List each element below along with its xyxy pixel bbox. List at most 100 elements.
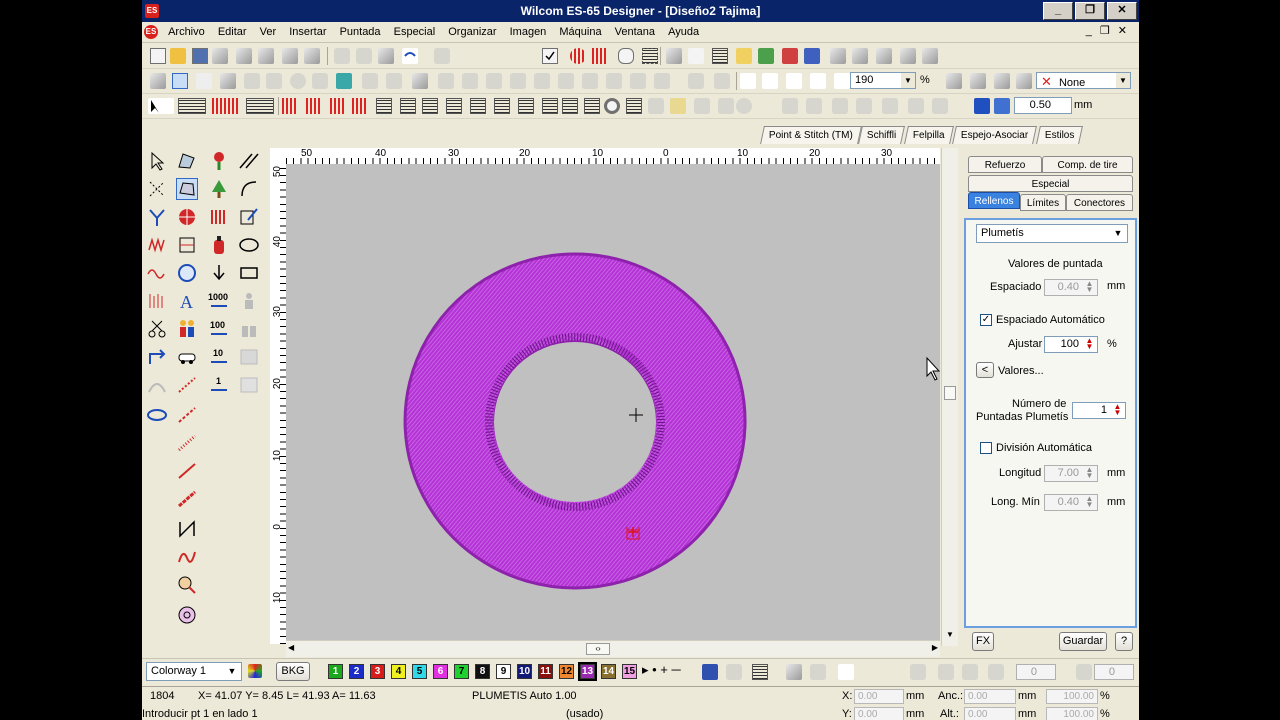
color-swatch-12[interactable]: 12: [559, 664, 574, 679]
tab-point-stitch[interactable]: Point & Stitch (TM): [760, 126, 862, 144]
fill-radial-icon[interactable]: [470, 98, 486, 114]
notes-icon[interactable]: [838, 664, 854, 680]
fringe-tool-icon[interactable]: [146, 290, 168, 312]
monogram-tool-icon[interactable]: [176, 262, 198, 284]
fill-step-icon[interactable]: [306, 98, 322, 114]
effect-6-icon[interactable]: [908, 98, 924, 114]
paste-icon[interactable]: [378, 48, 394, 64]
horizontal-scrollbar[interactable]: ◀ ‹› ▶: [286, 640, 940, 657]
person-disabled-icon[interactable]: [238, 290, 260, 312]
stitch-1-icon[interactable]: 1: [208, 374, 230, 396]
select-object-icon[interactable]: [150, 73, 166, 89]
stitch-player-icon[interactable]: [758, 48, 774, 64]
undo-icon[interactable]: [402, 48, 418, 64]
colorway-select[interactable]: Colorway 1 ▼: [146, 662, 242, 681]
select-tool-icon[interactable]: [146, 150, 168, 172]
color-swatch-6[interactable]: 6: [433, 664, 448, 679]
motif-run-icon[interactable]: [176, 546, 198, 568]
swatch-controls[interactable]: ▸ • + ─: [642, 662, 681, 678]
auto-split-checkbox[interactable]: [980, 442, 992, 454]
scroll-right-icon[interactable]: ▶: [932, 643, 938, 652]
wave-tool-icon[interactable]: [146, 262, 168, 284]
color-grid-icon[interactable]: [248, 664, 262, 678]
color-disabled-icon[interactable]: [726, 664, 742, 680]
show-needle-icon[interactable]: [688, 48, 704, 64]
effect-4-icon[interactable]: [856, 98, 872, 114]
fill-blob-icon[interactable]: [736, 98, 752, 114]
save-settings-button[interactable]: Guardar: [1059, 632, 1107, 651]
camera-icon[interactable]: [786, 664, 802, 680]
menu-ver[interactable]: Ver: [255, 22, 282, 42]
color-swatch-7[interactable]: 7: [454, 664, 469, 679]
outline-view-icon[interactable]: [714, 73, 730, 89]
stitch-view-icon[interactable]: [688, 73, 704, 89]
fan-tool-icon[interactable]: [146, 374, 168, 396]
branch-tool-icon[interactable]: [146, 346, 168, 368]
transform-2-icon[interactable]: [938, 664, 954, 680]
cut-icon[interactable]: [334, 48, 350, 64]
color-swatch-2[interactable]: 2: [349, 664, 364, 679]
select-nodes-icon[interactable]: [994, 73, 1010, 89]
tab-refuerzo[interactable]: Refuerzo: [968, 156, 1042, 173]
fill-stipple-icon[interactable]: [562, 98, 578, 114]
tab-schiffli[interactable]: Schiffli: [858, 126, 906, 144]
record-icon[interactable]: [290, 73, 306, 89]
fill-type-select[interactable]: Plumetís ▼: [976, 224, 1128, 243]
color-swatch-14[interactable]: 14: [601, 664, 616, 679]
order-icon[interactable]: [462, 73, 478, 89]
fill-random-icon[interactable]: [584, 98, 600, 114]
ellipse-tool-icon[interactable]: [238, 234, 260, 256]
manual-stitch-icon[interactable]: [176, 518, 198, 540]
reshape-nodes-icon[interactable]: [970, 73, 986, 89]
fill-tatami-icon[interactable]: [352, 98, 368, 114]
fill-cloud-icon[interactable]: [718, 98, 734, 114]
open-folder-icon[interactable]: [170, 48, 186, 64]
color-picker-icon[interactable]: [412, 73, 428, 89]
car-tool-icon[interactable]: [176, 346, 198, 368]
save-icon[interactable]: [192, 48, 208, 64]
fill-cross-icon[interactable]: [400, 98, 416, 114]
color-swatch-10[interactable]: 10: [517, 664, 532, 679]
hexagon-icon[interactable]: [336, 73, 352, 89]
menu-ventana[interactable]: Ventana: [610, 22, 660, 42]
tree-tool-icon[interactable]: [208, 178, 230, 200]
color-sequence-icon[interactable]: [974, 98, 990, 114]
spin-arrows-icon[interactable]: ▲ ▼: [1083, 337, 1096, 351]
values-arrow-button[interactable]: <: [976, 362, 994, 378]
zoom-select[interactable]: 190 ▼: [850, 72, 916, 89]
tab-especial[interactable]: Especial: [968, 175, 1133, 192]
shape-tool-icon[interactable]: [176, 178, 198, 200]
distribute-icon[interactable]: [438, 73, 454, 89]
stitch-1000-icon[interactable]: 1000: [208, 290, 230, 312]
fill-lines-icon[interactable]: [626, 98, 642, 114]
auto-spacing-checkbox[interactable]: ✓: [980, 314, 992, 326]
shape-nodes-icon[interactable]: [1016, 73, 1032, 89]
remove-overlap-icon[interactable]: [654, 73, 670, 89]
satin-icon[interactable]: [212, 98, 240, 114]
zoom-box-icon-2[interactable]: [786, 73, 802, 89]
none-select[interactable]: ✕ None ▼: [1036, 72, 1131, 89]
mirror-h-icon[interactable]: [534, 73, 550, 89]
grid-icon[interactable]: [712, 48, 728, 64]
tab-estilos[interactable]: Estilos: [1036, 126, 1084, 144]
knife-tool-icon[interactable]: [146, 206, 168, 228]
trim-icon[interactable]: [630, 73, 646, 89]
rectangle-tool-icon[interactable]: [238, 262, 260, 284]
arrow-down-tool-icon[interactable]: [208, 262, 230, 284]
color-palette-icon[interactable]: [804, 48, 820, 64]
menu-editar[interactable]: Editar: [213, 22, 252, 42]
tab-espejo-asociar[interactable]: Espejo-Asociar: [952, 126, 1038, 144]
fill-3d-icon[interactable]: [648, 98, 664, 114]
box-tool-icon[interactable]: [176, 234, 198, 256]
reshape-tool-icon[interactable]: [176, 150, 198, 172]
dotted-run-icon[interactable]: [176, 374, 198, 396]
print-icon[interactable]: [236, 48, 252, 64]
color-swatch-5[interactable]: 5: [412, 664, 427, 679]
stemstitch-icon[interactable]: [176, 460, 198, 482]
fill-program-icon[interactable]: [376, 98, 392, 114]
flower-tool-icon[interactable]: [208, 150, 230, 172]
menu-maquina[interactable]: Máquina: [554, 22, 606, 42]
mirror-v-icon[interactable]: [558, 73, 574, 89]
slow-redraw-icon[interactable]: [900, 48, 916, 64]
globe-search-icon[interactable]: [176, 574, 198, 596]
